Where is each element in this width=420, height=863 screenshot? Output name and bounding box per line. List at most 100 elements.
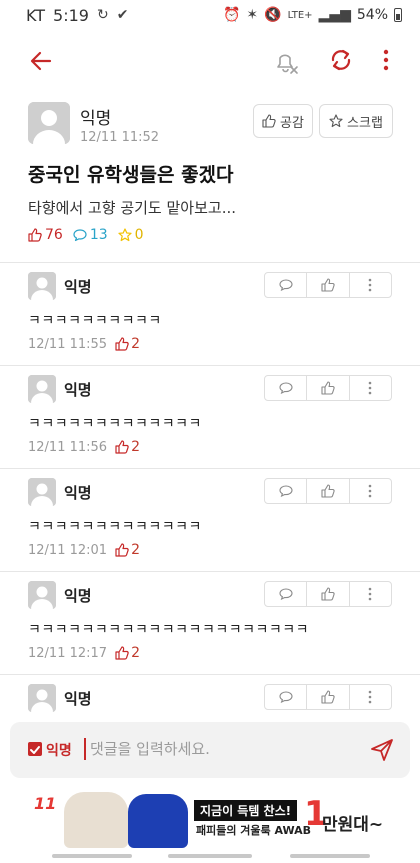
comment-like-button[interactable] xyxy=(307,582,350,606)
status-bar: KT 5:19 ↻ ✔ ⏰ ✶ 🔇 LTE+ ▂▄▆ 54% xyxy=(0,0,420,30)
ad-banner[interactable]: 11 지금이 득템 찬스! 패피들의 겨울룩 AWAB 1 만원대~ xyxy=(0,788,420,848)
ad-brand-logo: 11 xyxy=(34,794,57,813)
reply-button[interactable] xyxy=(265,479,308,503)
divider xyxy=(0,571,420,572)
comment-item: 익명 xyxy=(0,676,420,720)
default-user-icon xyxy=(28,684,56,712)
checkmark-icon xyxy=(30,746,40,754)
speech-bubble-icon xyxy=(279,691,293,703)
battery-icon xyxy=(394,8,402,22)
anonymous-checkbox[interactable] xyxy=(28,742,42,756)
ad-headline: 지금이 득템 찬스! xyxy=(194,800,298,821)
default-user-icon xyxy=(28,375,56,403)
sync-status-icon: ↻ xyxy=(96,7,109,23)
comment-timestamp: 12/11 11:55 xyxy=(28,336,108,352)
comment-text: ㅋㅋㅋㅋㅋㅋㅋㅋㅋㅋㅋㅋㅋ xyxy=(28,416,202,432)
back-arrow-icon xyxy=(30,51,52,71)
comment-input[interactable] xyxy=(90,734,360,764)
speech-bubble-icon xyxy=(73,229,87,242)
like-button[interactable]: 공감 xyxy=(253,104,313,138)
thumbs-up-icon xyxy=(321,690,335,704)
comment-like-button[interactable] xyxy=(307,376,350,400)
refresh-button[interactable] xyxy=(328,46,354,74)
reply-button[interactable] xyxy=(265,376,308,400)
network-type-icon: LTE+ xyxy=(287,9,313,21)
comment-item: 익명 ㅋㅋㅋㅋㅋㅋㅋㅋㅋㅋ 12/11 11:55 2 xyxy=(0,264,420,364)
star-icon xyxy=(329,114,343,128)
comment-avatar xyxy=(28,478,56,506)
scrap-count: 0 xyxy=(134,227,144,243)
nav-home-handle[interactable] xyxy=(168,854,252,858)
post-title: 중국인 유학생들은 좋겠다 xyxy=(28,164,234,186)
post-author: 익명 xyxy=(80,109,112,129)
default-user-icon xyxy=(28,478,56,506)
comment-more-button[interactable] xyxy=(350,376,391,400)
reply-button[interactable] xyxy=(265,273,308,297)
thumbs-up-icon xyxy=(321,278,335,292)
more-vert-icon xyxy=(369,381,372,395)
comment-meta: 12/11 12:01 2 xyxy=(28,542,140,558)
signal-icon: ▂▄▆ xyxy=(318,7,351,23)
thumbs-up-icon xyxy=(115,440,129,454)
speech-bubble-icon xyxy=(279,485,293,497)
comment-item: 익명 ㅋㅋㅋㅋㅋㅋㅋㅋㅋㅋㅋㅋㅋ 12/11 12:01 2 xyxy=(0,470,420,570)
nav-back-handle[interactable] xyxy=(290,854,370,858)
bell-off-icon xyxy=(277,54,298,74)
thumbs-up-icon xyxy=(115,646,129,660)
reply-button[interactable] xyxy=(265,582,308,606)
comment-item: 익명 ㅋㅋㅋㅋㅋㅋㅋㅋㅋㅋㅋㅋㅋㅋㅋㅋㅋㅋㅋㅋㅋ 12/11 12:17 2 xyxy=(0,573,420,673)
system-nav-bar xyxy=(0,848,420,863)
comment-action-group xyxy=(264,375,392,401)
refresh-icon xyxy=(331,49,351,71)
comment-action-group xyxy=(264,478,392,504)
comment-action-group xyxy=(264,684,392,710)
scrap-button[interactable]: 스크랩 xyxy=(319,104,393,138)
comment-like-count: 2 xyxy=(115,542,140,558)
send-button[interactable] xyxy=(370,738,394,762)
ad-price-unit: 만원대~ xyxy=(322,815,384,835)
more-options-button[interactable] xyxy=(380,46,392,74)
like-button-label: 공감 xyxy=(280,115,304,131)
star-icon xyxy=(118,228,132,242)
comment-avatar xyxy=(28,375,56,403)
comment-author: 익명 xyxy=(64,484,92,502)
send-icon xyxy=(371,739,393,761)
mute-icon: 🔇 xyxy=(264,7,282,23)
comment-like-button[interactable] xyxy=(307,685,350,709)
comment-more-button[interactable] xyxy=(350,479,391,503)
scrap-count-stat: 0 xyxy=(118,227,144,243)
comment-timestamp: 12/11 12:17 xyxy=(28,645,108,661)
comment-meta: 12/11 12:17 2 xyxy=(28,645,140,661)
comment-meta: 12/11 11:56 2 xyxy=(28,439,140,455)
reply-button[interactable] xyxy=(265,685,308,709)
comment-more-button[interactable] xyxy=(350,582,391,606)
comment-like-button[interactable] xyxy=(307,479,350,503)
clock: 5:19 xyxy=(53,5,89,25)
comment-like-value: 2 xyxy=(131,336,140,352)
comment-input-bar: 익명 xyxy=(10,722,410,778)
comment-more-button[interactable] xyxy=(350,273,391,297)
notification-toggle-button[interactable] xyxy=(272,46,300,76)
comment-avatar xyxy=(28,684,56,712)
comment-like-value: 2 xyxy=(131,645,140,661)
like-count-stat: 76 xyxy=(28,227,63,243)
notification-v-icon: ✔ xyxy=(116,7,129,23)
comment-like-value: 2 xyxy=(131,439,140,455)
comment-more-button[interactable] xyxy=(350,685,391,709)
nav-recents-handle[interactable] xyxy=(52,854,132,858)
thumbs-up-icon xyxy=(115,543,129,557)
comment-item: 익명 ㅋㅋㅋㅋㅋㅋㅋㅋㅋㅋㅋㅋㅋ 12/11 11:56 2 xyxy=(0,367,420,467)
carrier-label: KT xyxy=(26,5,46,25)
back-button[interactable] xyxy=(28,48,54,74)
comment-timestamp: 12/11 11:56 xyxy=(28,439,108,455)
thumbs-up-icon xyxy=(321,587,335,601)
divider xyxy=(0,674,420,675)
comment-text: ㅋㅋㅋㅋㅋㅋㅋㅋㅋㅋ xyxy=(28,313,162,329)
scrap-button-label: 스크랩 xyxy=(347,115,383,131)
comment-like-button[interactable] xyxy=(307,273,350,297)
comment-meta: 12/11 11:55 2 xyxy=(28,336,140,352)
comment-text: ㅋㅋㅋㅋㅋㅋㅋㅋㅋㅋㅋㅋㅋㅋㅋㅋㅋㅋㅋㅋㅋ xyxy=(28,622,309,638)
speech-bubble-icon xyxy=(279,279,293,291)
comment-like-count: 2 xyxy=(115,336,140,352)
comment-author: 익명 xyxy=(64,587,92,605)
